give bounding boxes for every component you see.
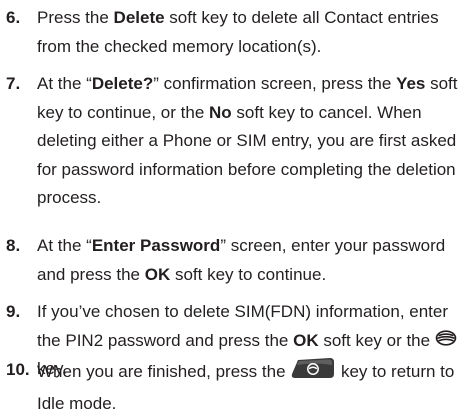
text-run: At the “ — [37, 74, 92, 93]
step-text: At the “Delete?” confirmation screen, pr… — [37, 70, 469, 213]
text-run: At the “ — [37, 236, 92, 255]
text-run: When you are finished, press the — [37, 362, 291, 382]
soft-key-delete: Delete — [113, 8, 165, 27]
text-run: ” confirmation screen, press the — [153, 74, 397, 93]
text-run: Press the — [37, 8, 114, 27]
screen-name-enter-password: Enter Password — [91, 236, 221, 255]
end-key-icon — [290, 356, 336, 390]
text-run: soft key to continue. — [170, 264, 327, 284]
menu-select-key-icon — [435, 327, 457, 356]
manual-page: 6. Press the Delete soft key to delete a… — [0, 0, 472, 413]
step-number: 9. — [6, 302, 21, 321]
step-number: 8. — [6, 236, 21, 255]
screen-name-delete: Delete? — [91, 74, 154, 93]
step-number: 10. — [6, 360, 30, 379]
step-number: 7. — [6, 74, 21, 93]
step-text: When you are finished, press the key to … — [37, 356, 469, 418]
step-text: At the “Enter Password” screen, enter yo… — [37, 232, 469, 289]
soft-key-no: No — [209, 102, 232, 122]
soft-key-ok: OK — [293, 330, 319, 350]
text-run: soft key or the — [318, 330, 435, 350]
step-number: 6. — [6, 8, 21, 27]
step-text: Press the Delete soft key to delete all … — [37, 4, 469, 61]
soft-key-ok: OK — [144, 264, 171, 284]
soft-key-yes: Yes — [396, 74, 426, 93]
